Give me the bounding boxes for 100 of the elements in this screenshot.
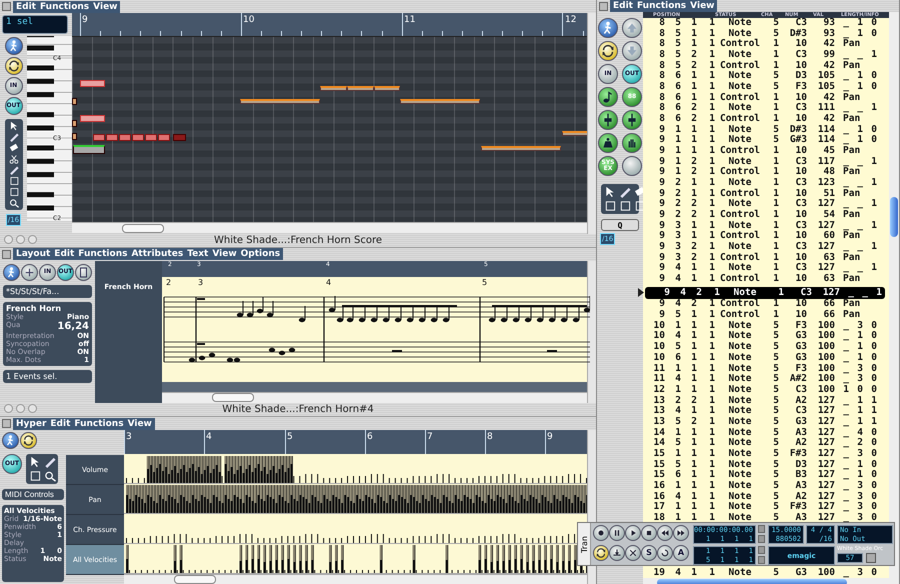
table-cell-text: 1	[870, 263, 877, 274]
table-cell-text: D3	[794, 71, 807, 82]
table-cell-text: F#3	[788, 502, 807, 513]
table-cell-text: 2	[690, 299, 697, 310]
table-cell-text: 127	[816, 263, 835, 274]
table-cell-text: Note	[728, 320, 752, 331]
table-cell-text: 0	[870, 438, 877, 449]
table-cell-text: 1	[772, 103, 779, 114]
table-cell-text: 3	[856, 512, 863, 524]
table-cell-text: 8	[658, 18, 665, 29]
table-cell-text: 100	[816, 352, 835, 364]
table-cell-text: F3	[794, 364, 807, 374]
table-cell-text: _	[842, 135, 849, 146]
table-cell-text: 63	[822, 252, 835, 263]
table-cell-text: _	[842, 263, 849, 274]
table-cell-text: 100	[816, 320, 835, 331]
table-cell-text: 1	[856, 460, 863, 470]
table-cell-text: 9	[663, 288, 670, 298]
table-cell-text: 5	[772, 82, 779, 93]
table-cell-text: 10	[794, 252, 807, 263]
table-cell-text: Control	[718, 310, 762, 321]
table-cell-text: 1	[690, 135, 697, 146]
table-cell-text: 1	[708, 252, 715, 263]
table-cell-text: A2	[794, 438, 807, 449]
table-cell-text: 1	[708, 512, 715, 524]
table-cell-text: 3	[674, 252, 681, 263]
table-cell-text: _	[842, 320, 849, 332]
table-cell-text: C3	[794, 220, 807, 231]
table-cell-text: 4	[674, 263, 681, 274]
table-cell-text: _	[856, 103, 863, 114]
table-cell-text: 1	[772, 167, 779, 178]
table-cell-text: 1	[870, 103, 877, 114]
table-cell-text: _	[842, 156, 849, 167]
table-cell-text: 1	[856, 71, 863, 82]
table-cell-text: 1	[708, 231, 715, 242]
table-cell-text: 1	[870, 199, 877, 210]
table-cell-text: A3	[794, 480, 807, 492]
table-cell-text: 127	[816, 242, 835, 253]
table-cell-text: 10	[652, 352, 665, 364]
table-cell-text: 0	[870, 460, 877, 470]
table-cell-text: 1	[690, 331, 697, 342]
table-cell-text: 11	[652, 364, 665, 374]
table-cell-text: 9	[658, 124, 665, 135]
table-cell-text: _	[842, 342, 849, 353]
table-cell-text: 1	[690, 470, 697, 481]
table-cell-text: 10	[794, 274, 807, 285]
table-cell-text: Note	[728, 342, 752, 353]
table-cell-text: 1	[870, 178, 877, 189]
table-cell-text: 5	[772, 416, 779, 428]
bar-number: 5	[482, 278, 488, 287]
table-cell-text: 1	[772, 310, 779, 321]
table-cell-text: _	[856, 199, 863, 210]
table-cell-text: 1	[772, 242, 779, 253]
table-cell-text: 10	[794, 299, 807, 310]
table-cell-text: Control	[718, 210, 762, 221]
table-cell-text: 1	[690, 92, 697, 103]
table-cell-text: 127	[822, 288, 840, 298]
table-cell-text: Pan	[842, 92, 862, 104]
table-cell-text: 5	[772, 406, 779, 417]
table-cell-text: 127	[816, 448, 835, 460]
table-cell-text: 1	[856, 18, 863, 29]
table-cell-text: Note	[728, 374, 752, 385]
table-cell-text: 1	[708, 92, 715, 103]
table-cell-text: 10	[794, 210, 807, 221]
table-cell-text: 9	[658, 156, 665, 167]
table-cell-text: Note	[728, 470, 752, 481]
table-cell-text: 1	[708, 406, 715, 417]
table-cell-text: 1	[772, 188, 779, 199]
table-cell-text: Pan	[842, 60, 862, 71]
table-cell-text: 0	[870, 492, 877, 502]
table-cell-text: 127	[816, 502, 835, 513]
table-cell-text: 1	[772, 199, 779, 210]
table-cell-text: 2	[690, 50, 697, 61]
table-cell-text: 100	[816, 384, 835, 396]
table-cell-text: 127	[816, 438, 835, 449]
table-cell-text: 1	[870, 156, 877, 168]
table-cell-text: 1	[856, 124, 863, 135]
table-cell-text: 1	[777, 288, 784, 298]
table-cell-text: 1	[674, 448, 681, 460]
table-cell-text: 100	[816, 568, 835, 578]
table-cell-text: 1	[708, 438, 715, 449]
table-cell-text: 1	[690, 342, 697, 353]
table-cell-text: 5	[772, 364, 779, 374]
table-cell-text: 1	[708, 374, 715, 385]
table-cell-text: Pan	[842, 188, 862, 200]
table-cell-text: Note	[728, 28, 752, 39]
table-cell-text: 10	[794, 60, 807, 71]
table-cell-text: 127	[816, 512, 835, 524]
table-cell-text: 3	[856, 502, 863, 513]
table-cell-text: 1	[708, 299, 715, 310]
table-cell-text: Control	[718, 167, 762, 178]
table-cell-text: 9	[658, 274, 665, 285]
table-cell-text: 51	[822, 188, 835, 199]
table-cell-text: 1	[857, 28, 863, 39]
table-cell-text: 42	[822, 114, 835, 125]
table-cell-text: 2	[690, 396, 697, 406]
table-cell-text: Note	[728, 220, 752, 231]
bar-number: 7	[427, 432, 433, 442]
table-cell-text: 9	[658, 220, 665, 231]
table-cell-text: Pan	[842, 114, 862, 125]
